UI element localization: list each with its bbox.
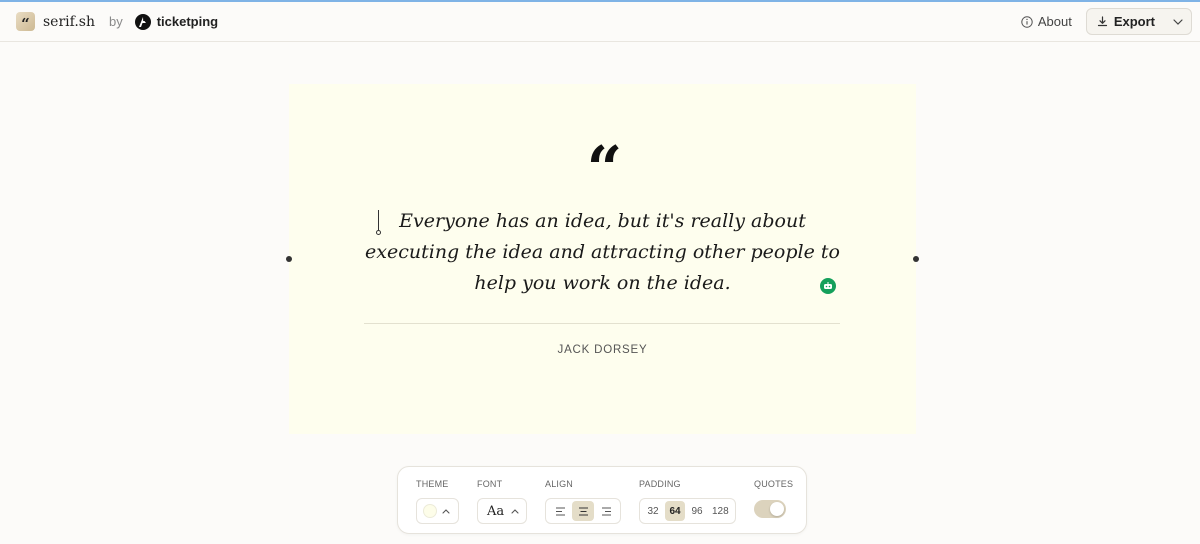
padding-option[interactable]: 32 xyxy=(643,501,663,521)
by-label: by xyxy=(108,14,123,29)
padding-option[interactable]: 64 xyxy=(665,501,685,521)
quotes-group: QUOTES xyxy=(754,479,793,518)
app-header: “ serif.sh by ticketping About Export xyxy=(0,2,1200,42)
theme-group: THEME xyxy=(416,479,459,524)
quote-divider xyxy=(364,323,840,324)
resize-handle-left[interactable] xyxy=(286,256,292,262)
export-control: Export xyxy=(1085,8,1192,35)
ticketping-logo-icon xyxy=(134,13,151,30)
align-group: ALIGN xyxy=(545,479,621,524)
toggle-knob xyxy=(770,502,784,516)
font-group: FONT Aa xyxy=(477,479,527,524)
align-label: ALIGN xyxy=(545,479,574,489)
chevron-down-icon xyxy=(1173,18,1183,25)
export-button[interactable]: Export xyxy=(1087,9,1165,34)
align-left-button[interactable] xyxy=(549,501,571,521)
quote-mark-icon: “ xyxy=(586,132,623,205)
brand[interactable]: “ serif.sh by ticketping xyxy=(16,12,218,31)
align-right-icon xyxy=(601,506,611,516)
quote-logo-icon: “ xyxy=(16,12,35,31)
partner-name[interactable]: ticketping xyxy=(157,14,218,29)
padding-label: PADDING xyxy=(639,479,681,489)
padding-group: PADDING 32 64 96 128 xyxy=(639,479,736,524)
padding-segmented: 32 64 96 128 xyxy=(639,498,736,524)
align-right-button[interactable] xyxy=(595,501,617,521)
export-label: Export xyxy=(1113,14,1155,29)
resize-handle-right[interactable] xyxy=(913,256,919,262)
quote-text[interactable]: Everyone has an idea, but it's really ab… xyxy=(365,206,840,299)
settings-toolbar: THEME FONT Aa ALIGN PADDING 32 64 96 128… xyxy=(397,466,807,534)
align-left-icon xyxy=(555,506,565,516)
theme-label: THEME xyxy=(416,479,449,489)
padding-option[interactable]: 96 xyxy=(687,501,707,521)
info-icon xyxy=(1021,15,1033,28)
quotes-toggle[interactable] xyxy=(754,500,786,518)
grammar-check-icon[interactable] xyxy=(820,278,836,294)
padding-option[interactable]: 128 xyxy=(709,501,732,521)
download-icon xyxy=(1097,16,1107,27)
text-cursor-handle xyxy=(376,230,381,235)
font-label: FONT xyxy=(477,479,503,489)
theme-select[interactable] xyxy=(416,498,459,524)
about-label: About xyxy=(1037,14,1072,29)
align-center-icon xyxy=(578,506,588,516)
export-menu-button[interactable] xyxy=(1165,9,1191,34)
chevron-up-icon xyxy=(437,508,455,514)
font-value: Aa xyxy=(487,503,505,519)
quote-author[interactable]: JACK DORSEY xyxy=(289,344,916,356)
app-name: serif.sh xyxy=(43,13,95,30)
chevron-up-icon xyxy=(506,508,524,514)
quotes-label: QUOTES xyxy=(754,479,794,489)
theme-swatch xyxy=(423,504,437,518)
align-center-button[interactable] xyxy=(572,501,594,521)
font-select[interactable]: Aa xyxy=(477,498,527,524)
align-segmented xyxy=(545,498,621,524)
about-button[interactable]: About xyxy=(1021,14,1072,29)
